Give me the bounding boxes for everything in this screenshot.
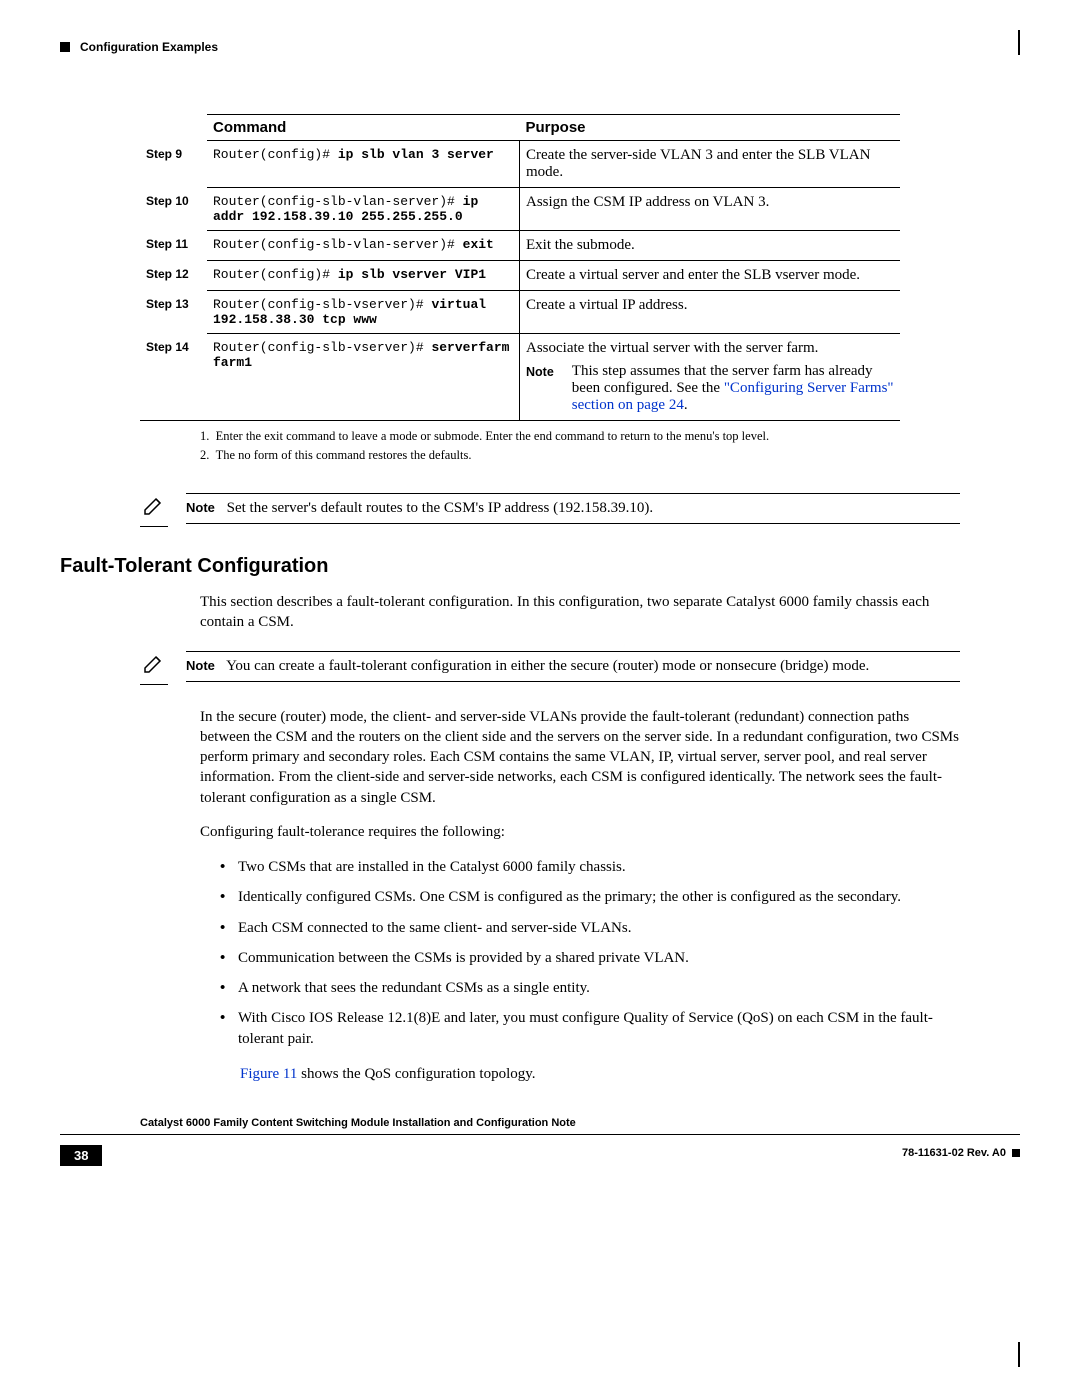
inline-note: Note This step assumes that the server f… — [526, 363, 894, 414]
footer-square-icon — [1012, 1149, 1020, 1157]
figure-reference: Figure 11 shows the QoS configuration to… — [240, 1064, 960, 1084]
purpose-cell: Create a virtual IP address. — [520, 291, 901, 334]
table-footnotes: 1. Enter the exit command to leave a mod… — [200, 429, 1020, 463]
header-section-title: Configuration Examples — [80, 40, 218, 54]
step-label: Step 14 — [140, 334, 207, 421]
table-row: Step 11 Router(config-slb-vlan-server)# … — [140, 231, 900, 261]
note-text: Set the server's default routes to the C… — [227, 500, 653, 516]
table-row: Step 14 Router(config-slb-vserver)# serv… — [140, 334, 900, 421]
purpose-cell: Associate the virtual server with the se… — [520, 334, 901, 421]
command-cell: Router(config-slb-vlan-server)# ip addr … — [207, 188, 520, 231]
note-label: Note — [186, 500, 215, 515]
command-table: Command Purpose Step 9 Router(config)# i… — [140, 114, 900, 421]
purpose-cell: Create the server-side VLAN 3 and enter … — [520, 141, 901, 188]
step-label: Step 9 — [140, 141, 207, 188]
list-item: A network that sees the redundant CSMs a… — [220, 978, 960, 998]
step-label: Step 10 — [140, 188, 207, 231]
pencil-icon — [140, 493, 168, 527]
col-purpose: Purpose — [520, 115, 901, 141]
doc-id: 78-11631-02 Rev. A0 — [902, 1147, 1006, 1159]
command-cell: Router(config-slb-vlan-server)# exit — [207, 231, 520, 261]
command-cell: Router(config-slb-vserver)# serverfarm f… — [207, 334, 520, 421]
list-item: Identically configured CSMs. One CSM is … — [220, 887, 960, 907]
note-label: Note — [186, 658, 215, 673]
figure-link[interactable]: Figure 11 — [240, 1066, 297, 1082]
col-command: Command — [207, 115, 520, 141]
step-label: Step 12 — [140, 261, 207, 291]
crop-mark — [1018, 30, 1020, 55]
table-row: Step 12 Router(config)# ip slb vserver V… — [140, 261, 900, 291]
paragraph: Configuring fault-tolerance requires the… — [200, 822, 960, 842]
list-item: Each CSM connected to the same client- a… — [220, 918, 960, 938]
paragraph: This section describes a fault-tolerant … — [200, 592, 960, 633]
pencil-icon — [140, 651, 168, 685]
running-header: Configuration Examples — [60, 40, 1020, 54]
list-item: Communication between the CSMs is provid… — [220, 948, 960, 968]
footnote-1: Enter the exit command to leave a mode o… — [216, 429, 769, 443]
list-item: Two CSMs that are installed in the Catal… — [220, 857, 960, 877]
footnote-2: The no form of this command restores the… — [216, 448, 472, 462]
command-cell: Router(config-slb-vserver)# virtual 192.… — [207, 291, 520, 334]
section-heading: Fault-Tolerant Configuration — [60, 555, 1020, 578]
note-label: Note — [526, 365, 554, 379]
page-number: 38 — [60, 1145, 102, 1166]
table-row: Step 9 Router(config)# ip slb vlan 3 ser… — [140, 141, 900, 188]
paragraph: In the secure (router) mode, the client-… — [200, 707, 960, 808]
command-cell: Router(config)# ip slb vlan 3 server — [207, 141, 520, 188]
list-item: With Cisco IOS Release 12.1(8)E and late… — [220, 1008, 960, 1049]
note-callout: Note Set the server's default routes to … — [140, 493, 960, 527]
command-cell: Router(config)# ip slb vserver VIP1 — [207, 261, 520, 291]
table-row: Step 13 Router(config-slb-vserver)# virt… — [140, 291, 900, 334]
purpose-cell: Assign the CSM IP address on VLAN 3. — [520, 188, 901, 231]
purpose-cell: Create a virtual server and enter the SL… — [520, 261, 901, 291]
crop-mark — [1018, 1342, 1020, 1367]
purpose-cell: Exit the submode. — [520, 231, 901, 261]
note-text: You can create a fault-tolerant configur… — [226, 658, 869, 674]
step-label: Step 13 — [140, 291, 207, 334]
step-label: Step 11 — [140, 231, 207, 261]
table-row: Step 10 Router(config-slb-vlan-server)# … — [140, 188, 900, 231]
page-footer: Catalyst 6000 Family Content Switching M… — [60, 1134, 1020, 1166]
header-square-icon — [60, 42, 70, 52]
note-callout: Note You can create a fault-tolerant con… — [140, 651, 960, 685]
bullet-list: Two CSMs that are installed in the Catal… — [220, 857, 960, 1049]
footer-doc-title: Catalyst 6000 Family Content Switching M… — [140, 1117, 576, 1129]
